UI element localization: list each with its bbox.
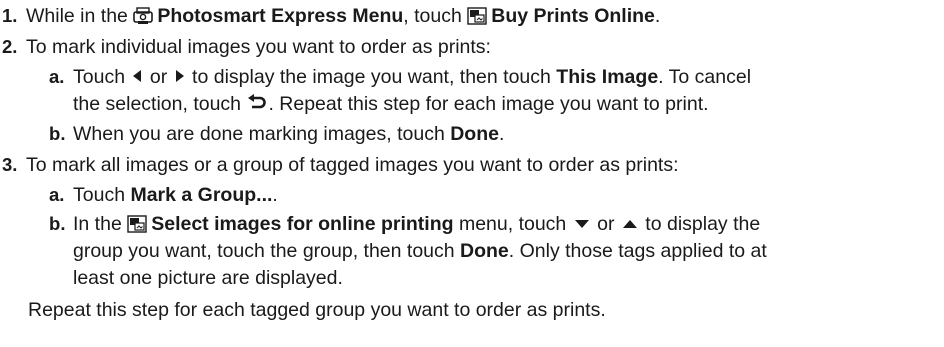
photosmart-express-icon <box>133 7 154 31</box>
undo-icon <box>248 92 267 116</box>
menu-name: Photosmart Express Menu <box>157 5 404 27</box>
buy-prints-icon <box>467 7 487 31</box>
button-name: This Image <box>556 66 659 88</box>
step-text: , touch <box>403 5 468 27</box>
step-text: To mark all images or a group of tagged … <box>26 154 679 176</box>
right-arrow-icon <box>175 65 185 89</box>
menu-name: Select images for online printing <box>151 213 454 235</box>
step-text: least one picture are displayed. <box>73 267 343 289</box>
step-text: To mark individual images you want to or… <box>26 36 491 58</box>
select-images-icon <box>127 215 147 239</box>
step-text: menu, touch <box>453 213 572 235</box>
step-text: While in the <box>26 5 134 27</box>
footer-text: Repeat this step for each tagged group y… <box>28 299 606 321</box>
step-text: . <box>654 5 661 27</box>
button-name: Done <box>450 123 499 145</box>
step-text: . Only those tags applied to at <box>508 240 767 262</box>
step-text: or <box>144 66 173 88</box>
step-text: to display the image you want, then touc… <box>186 66 557 88</box>
substep-letter: a <box>49 184 60 205</box>
step-text: or <box>591 213 620 235</box>
step-text: Touch <box>73 66 131 88</box>
step-number: 3. <box>2 154 18 175</box>
substep-letter: b <box>49 213 61 234</box>
step-text: . <box>272 184 278 206</box>
substep-letter: b <box>49 123 61 144</box>
instructions-document: 1. While in the Photosmart Express Menu,… <box>2 5 767 321</box>
button-name: Done <box>460 240 509 262</box>
step-text: to display the <box>639 213 761 235</box>
menu-option: Buy Prints Online <box>491 5 655 27</box>
step-number: 1. <box>2 5 18 26</box>
down-arrow-icon <box>574 212 590 236</box>
left-arrow-icon <box>132 65 142 89</box>
step-text: . <box>498 123 505 145</box>
step-text: group you want, touch the group, then to… <box>73 240 461 262</box>
step-number: 2. <box>2 36 18 57</box>
step-text: . To cancel <box>658 66 752 88</box>
substep-letter: a <box>49 66 60 87</box>
step-text: . Repeat this step for each image you wa… <box>268 93 709 115</box>
step-text: When you are done marking images, touch <box>73 123 451 145</box>
button-name: Mark a Group... <box>130 184 273 206</box>
step-text: the selection, touch <box>73 93 247 115</box>
step-text: Touch <box>73 184 131 206</box>
step-text: In the <box>73 213 128 235</box>
up-arrow-icon <box>622 212 638 236</box>
